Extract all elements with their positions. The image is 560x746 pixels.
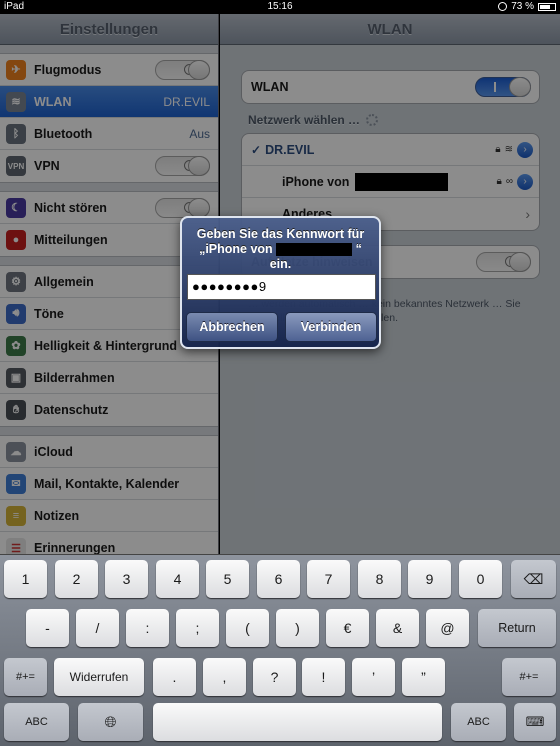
key-ampersand[interactable]: & — [376, 609, 419, 647]
key-semicolon[interactable]: ; — [176, 609, 219, 647]
cancel-button[interactable]: Abbrechen — [186, 312, 278, 342]
key-at[interactable]: @ — [426, 609, 469, 647]
rotation-lock-icon — [498, 2, 508, 11]
key-period[interactable]: . — [153, 658, 196, 696]
battery-icon — [538, 2, 556, 11]
redacted-block — [276, 243, 353, 257]
password-alert: Geben Sie das Kennwort für „iPhone von “… — [180, 216, 381, 349]
key-3[interactable]: 3 — [105, 560, 148, 598]
key-quote[interactable]: ” — [402, 658, 445, 696]
connect-button[interactable]: Verbinden — [285, 312, 377, 342]
battery-percent: 73 % — [511, 1, 534, 12]
shift-symbols-key[interactable]: #+= — [4, 658, 47, 696]
shift-symbols-key-right[interactable]: #+= — [502, 658, 556, 696]
password-field[interactable]: ●●●●●●●●9 — [187, 274, 376, 300]
status-bar: iPad 15:16 73 % — [0, 0, 560, 14]
key-8[interactable]: 8 — [358, 560, 401, 598]
hide-keyboard-key[interactable]: ⌨ — [514, 703, 556, 741]
space-key[interactable] — [153, 703, 442, 741]
key-5[interactable]: 5 — [206, 560, 249, 598]
key-4[interactable]: 4 — [156, 560, 199, 598]
key-9[interactable]: 9 — [408, 560, 451, 598]
key-comma[interactable]: , — [203, 658, 246, 696]
globe-icon: 🌐︎ — [104, 713, 117, 731]
key-2[interactable]: 2 — [55, 560, 98, 598]
key-apostrophe[interactable]: ’ — [352, 658, 395, 696]
return-key[interactable]: Return — [478, 609, 556, 647]
abc-key-right[interactable]: ABC — [451, 703, 506, 741]
key-question[interactable]: ? — [253, 658, 296, 696]
key-euro[interactable]: € — [326, 609, 369, 647]
key-6[interactable]: 6 — [257, 560, 300, 598]
key-paren-open[interactable]: ( — [226, 609, 269, 647]
key-exclamation[interactable]: ! — [302, 658, 345, 696]
abc-key[interactable]: ABC — [4, 703, 69, 741]
backspace-key[interactable]: ⌫ — [511, 560, 556, 598]
key-1[interactable]: 1 — [4, 560, 47, 598]
keyboard: 1 2 3 4 5 6 7 8 9 0 ⌫ - / : ; ( ) € & @ … — [0, 554, 560, 746]
key-colon[interactable]: : — [126, 609, 169, 647]
alert-title: Geben Sie das Kennwort für „iPhone von “… — [196, 227, 365, 271]
clock: 15:16 — [267, 1, 293, 12]
keyboard-hide-icon: ⌨ — [525, 714, 545, 729]
key-paren-close[interactable]: ) — [276, 609, 319, 647]
key-slash[interactable]: / — [76, 609, 119, 647]
key-7[interactable]: 7 — [307, 560, 350, 598]
backspace-icon: ⌫ — [523, 570, 544, 587]
key-hyphen[interactable]: - — [26, 609, 69, 647]
key-0[interactable]: 0 — [459, 560, 502, 598]
globe-key[interactable]: 🌐︎ — [78, 703, 143, 741]
undo-key[interactable]: Widerrufen — [54, 658, 144, 696]
